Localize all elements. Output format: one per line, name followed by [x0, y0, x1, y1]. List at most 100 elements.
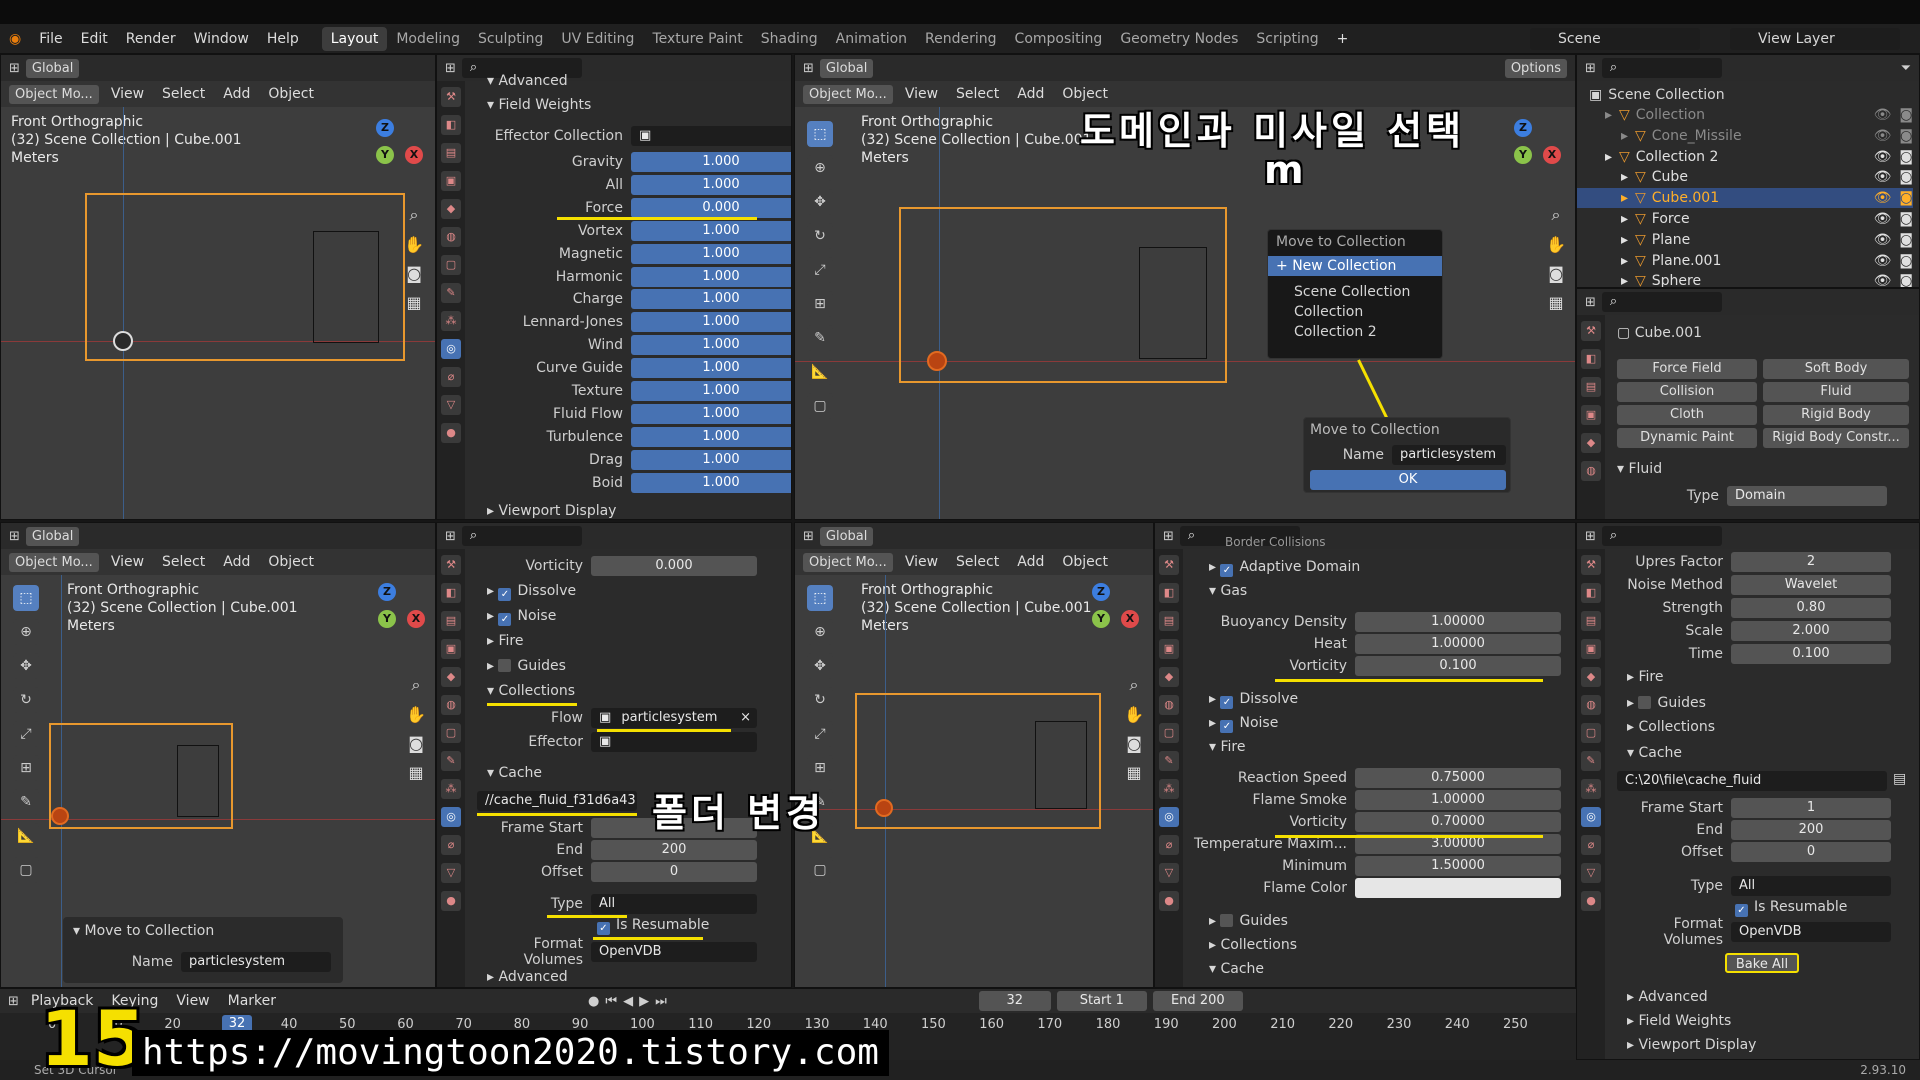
property-field[interactable]: 0.80: [1731, 598, 1891, 618]
adaptive-checkbox[interactable]: ✓: [1220, 564, 1234, 577]
noise-checkbox[interactable]: ✓: [1220, 720, 1234, 733]
menu-marker[interactable]: Marker: [222, 993, 282, 1009]
resumable-row[interactable]: ✓ Is Resumable: [1735, 899, 1847, 917]
visibility-icon[interactable]: 👁: [1874, 188, 1892, 208]
grid-icon[interactable]: ▦: [406, 293, 421, 312]
camera-render-icon[interactable]: ◙: [1899, 209, 1913, 229]
expand-icon[interactable]: ▸: [1621, 188, 1635, 208]
cache-path-field[interactable]: //cache_fluid_f31d6a43: [477, 791, 637, 811]
menu-view[interactable]: View: [105, 86, 150, 102]
field-weight-slider[interactable]: 1.000: [631, 289, 791, 310]
format-select[interactable]: OpenVDB: [1731, 922, 1891, 942]
menu-file[interactable]: File: [30, 31, 71, 47]
move-icon[interactable]: ✥: [13, 653, 39, 679]
world-tab-icon[interactable]: ◍: [441, 227, 461, 247]
orientation-select[interactable]: Global: [25, 526, 80, 546]
format-select[interactable]: OpenVDB: [591, 942, 757, 962]
property-field[interactable]: 0: [1731, 842, 1891, 862]
outliner-item[interactable]: ▸ ▽ Cube.001 👁 ◙: [1577, 188, 1913, 209]
resumable-checkbox[interactable]: ✓: [597, 922, 610, 935]
move-icon[interactable]: ✥: [807, 653, 833, 679]
viewport-top-left[interactable]: ⊞ Global Object Mo... View Select Add Obj…: [0, 54, 436, 520]
field-weight-slider[interactable]: 1.000: [631, 266, 791, 287]
menu-view[interactable]: View: [170, 993, 215, 1009]
flow-collection-field[interactable]: ▣ particlesystem ×: [591, 708, 757, 728]
property-field[interactable]: 0.100: [1355, 656, 1561, 676]
world-tab-icon[interactable]: ◍: [1581, 461, 1601, 481]
editor-type-icon[interactable]: ⊞: [1585, 529, 1596, 544]
select-box-icon[interactable]: ⬚: [807, 121, 833, 147]
camera-render-icon[interactable]: ◙: [1899, 147, 1913, 167]
missile-object[interactable]: [177, 745, 219, 817]
section-collections[interactable]: ▸ Collections: [1627, 719, 1715, 735]
effector-field[interactable]: ▣: [591, 732, 757, 752]
transform-icon[interactable]: ⊞: [807, 755, 833, 781]
mode-select[interactable]: Object Mo...: [803, 552, 893, 572]
menu-window[interactable]: Window: [185, 31, 258, 47]
menu-select[interactable]: Select: [156, 86, 211, 102]
grid-icon[interactable]: ▦: [1548, 293, 1563, 312]
object-tab-icon[interactable]: ▢: [1159, 723, 1179, 743]
section-advanced[interactable]: ▸ Advanced: [487, 969, 568, 985]
visibility-icon[interactable]: 👁: [1874, 271, 1892, 287]
view-layer-tab-icon[interactable]: ▣: [441, 171, 461, 191]
resumable-checkbox[interactable]: ✓: [1735, 904, 1748, 917]
tab-sculpting[interactable]: Sculpting: [469, 27, 552, 51]
section-noise[interactable]: ▸ ✓ Noise: [1209, 715, 1278, 733]
cursor-icon[interactable]: ⊕: [807, 155, 833, 181]
annotate-icon[interactable]: ✎: [13, 789, 39, 815]
pan-icon[interactable]: ✋: [406, 705, 426, 724]
gizmo-z[interactable]: Z: [376, 119, 394, 137]
material-tab-icon[interactable]: ●: [441, 423, 461, 443]
particles-tab-icon[interactable]: ⁂: [441, 311, 461, 331]
menu-view[interactable]: View: [899, 86, 944, 102]
property-field[interactable]: 1: [1731, 798, 1891, 818]
modifier-tab-icon[interactable]: ✎: [1581, 751, 1601, 771]
particles-tab-icon[interactable]: ⁂: [1159, 779, 1179, 799]
output-tab-icon[interactable]: ▤: [1581, 611, 1601, 631]
editor-type-icon[interactable]: ⊞: [1163, 529, 1174, 544]
physics-button[interactable]: Rigid Body: [1763, 405, 1909, 425]
tab-texture-paint[interactable]: Texture Paint: [643, 27, 751, 51]
scene-selector[interactable]: Scene: [1530, 28, 1700, 50]
gizmo-x[interactable]: X: [405, 146, 423, 164]
pan-icon[interactable]: ✋: [1124, 705, 1144, 724]
select-box-icon[interactable]: ⬚: [807, 585, 833, 611]
camera-render-icon[interactable]: ◙: [1899, 126, 1913, 146]
property-field[interactable]: 1.50000: [1355, 856, 1561, 876]
property-field[interactable]: 200: [1731, 820, 1891, 840]
gizmo-z[interactable]: Z: [378, 583, 396, 601]
material-tab-icon[interactable]: ●: [1159, 891, 1179, 911]
camera-render-icon[interactable]: ◙: [1899, 167, 1913, 187]
section-collections[interactable]: ▾ Collections: [487, 683, 575, 699]
section-guides[interactable]: ▸ Guides: [1209, 913, 1288, 929]
section-cache[interactable]: ▾ Cache: [1627, 745, 1682, 761]
object-tab-icon[interactable]: ▢: [441, 255, 461, 275]
mode-select[interactable]: Object Mo...: [803, 84, 893, 104]
effector-collection-field[interactable]: ▣: [631, 126, 791, 146]
property-field[interactable]: 1.00000: [1355, 612, 1561, 632]
start-field[interactable]: Start 1: [1056, 991, 1147, 1011]
physics-tab-icon[interactable]: ◎: [441, 807, 461, 827]
rotate-icon[interactable]: ↻: [13, 687, 39, 713]
missile-object[interactable]: [313, 231, 379, 343]
gizmo-x[interactable]: X: [1543, 146, 1561, 164]
tab-shading[interactable]: Shading: [752, 27, 827, 51]
menu-add[interactable]: Add: [1011, 554, 1050, 570]
cache-type-select[interactable]: All: [1731, 876, 1891, 896]
property-field[interactable]: 1.00000: [1355, 790, 1561, 810]
property-field[interactable]: 0.100: [1731, 644, 1891, 664]
cursor-icon[interactable]: ⊕: [13, 619, 39, 645]
modifier-tab-icon[interactable]: ✎: [441, 283, 461, 303]
scene-tab-icon[interactable]: ◆: [441, 199, 461, 219]
pan-icon[interactable]: ✋: [1546, 235, 1566, 254]
end-field[interactable]: End 200: [1152, 991, 1243, 1011]
menu-edit[interactable]: Edit: [72, 31, 117, 47]
visibility-icon[interactable]: 👁: [1874, 209, 1892, 229]
constraints-tab-icon[interactable]: ⌀: [1159, 835, 1179, 855]
zoom-icon[interactable]: ⌕: [1130, 675, 1139, 695]
field-weight-slider[interactable]: 1.000: [631, 426, 791, 447]
view-layer-tab-icon[interactable]: ▣: [1581, 405, 1601, 425]
select-box-icon[interactable]: ⬚: [13, 585, 39, 611]
section-dissolve[interactable]: ▸ ✓ Dissolve: [1209, 691, 1298, 709]
